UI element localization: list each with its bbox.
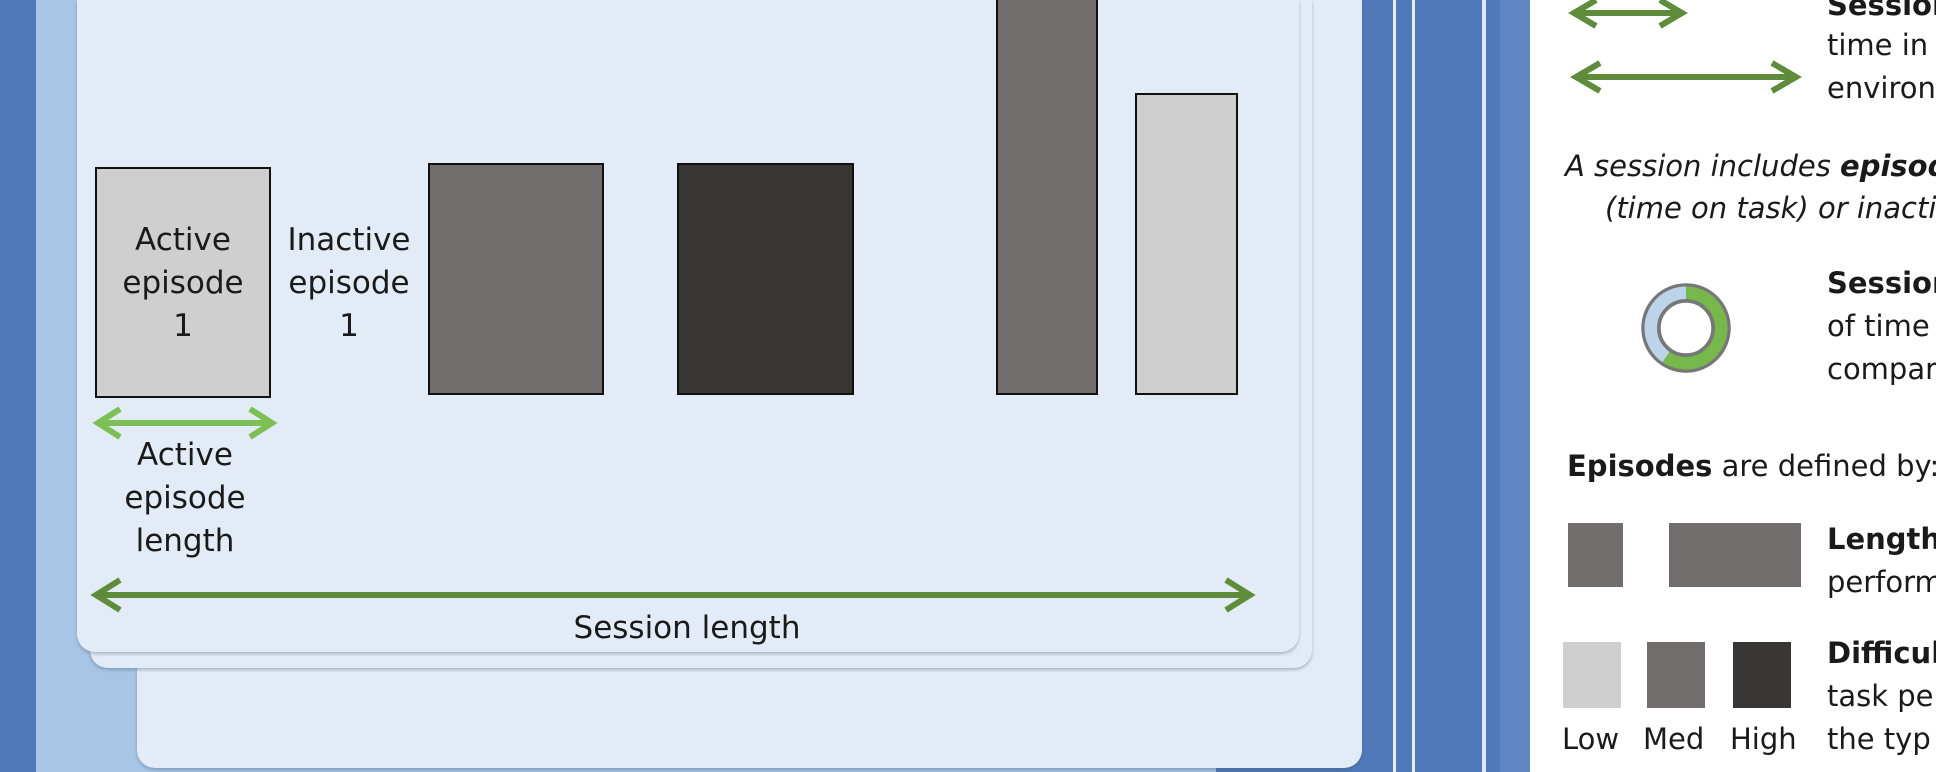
- session-ratio-donut-icon: [1641, 283, 1731, 373]
- label-line: Active: [135, 222, 231, 258]
- episodes-rest: are defined by:: [1712, 449, 1936, 483]
- session-ratio-title: Session: [1827, 266, 1936, 300]
- label-line: 1: [339, 308, 359, 344]
- active-episode-length-label: Active episode length: [100, 434, 270, 563]
- episodes-bold: Episodes: [1567, 449, 1713, 483]
- difficulty-label-med: Med: [1643, 722, 1705, 756]
- label-line: Inactive: [287, 222, 411, 258]
- diagram-canvas: { "left_panel": { "active_episode_box": …: [0, 0, 1936, 772]
- label-line: 1: [173, 308, 193, 344]
- backdrop-divider: [1412, 0, 1415, 772]
- difficulty-label-low: Low: [1562, 722, 1620, 756]
- difficulty-swatch-low: [1563, 642, 1621, 708]
- long-double-arrow: [1570, 60, 1802, 94]
- difficulty-line3: the typ: [1827, 722, 1931, 756]
- label-line: episode: [122, 265, 244, 301]
- short-double-arrow: [1568, 0, 1688, 29]
- session-length-label: Session length: [573, 610, 801, 646]
- session-ratio-title-text: Session: [1827, 262, 1936, 304]
- light-episode-box: [1135, 93, 1238, 395]
- length-title: Length,: [1827, 522, 1936, 556]
- session-line3: environ: [1827, 71, 1936, 105]
- label-line: episode: [288, 265, 410, 301]
- label-line: length: [135, 523, 235, 559]
- backdrop-divider: [1393, 0, 1396, 772]
- tall-medium-episode-box: [996, 0, 1098, 395]
- right-backdrop-edge: [1500, 0, 1530, 772]
- session-includes-line2: (time on task) or inacti: [1605, 191, 1936, 225]
- length-line2: perform: [1827, 565, 1936, 599]
- medium-episode-box: [428, 163, 604, 395]
- difficulty-swatch-med: [1647, 642, 1705, 708]
- session-includes-bold: episod: [1840, 149, 1936, 183]
- inactive-episode-label: Inactive episode 1: [280, 219, 418, 348]
- session-includes-line1: A session includes episod: [1565, 145, 1936, 187]
- session-ratio-line2: of time: [1827, 309, 1930, 343]
- difficulty-label-high: High: [1730, 722, 1797, 756]
- difficulty-title-text: Difficul: [1827, 632, 1936, 674]
- high-episode-box: [677, 163, 854, 395]
- session-title-text: Session: [1827, 0, 1936, 26]
- backdrop-divider: [1482, 0, 1486, 772]
- length-title-text: Length,: [1827, 518, 1936, 560]
- length-swatch-short: [1566, 521, 1625, 589]
- label-line: Active: [137, 437, 233, 473]
- length-swatch-long: [1667, 521, 1803, 589]
- difficulty-swatch-high: [1733, 642, 1791, 708]
- session-includes-prefix: A session includes: [1565, 149, 1841, 183]
- session-title: Session: [1827, 0, 1936, 22]
- active-episode-label: Active episode 1: [115, 219, 251, 348]
- difficulty-title: Difficul: [1827, 636, 1936, 670]
- label-line: episode: [124, 480, 246, 516]
- episodes-defined-text: Episodes are defined by:: [1567, 445, 1936, 487]
- session-ratio-line3: compar: [1827, 352, 1936, 386]
- difficulty-line2: task per: [1827, 679, 1936, 713]
- session-line2: time in: [1827, 28, 1929, 62]
